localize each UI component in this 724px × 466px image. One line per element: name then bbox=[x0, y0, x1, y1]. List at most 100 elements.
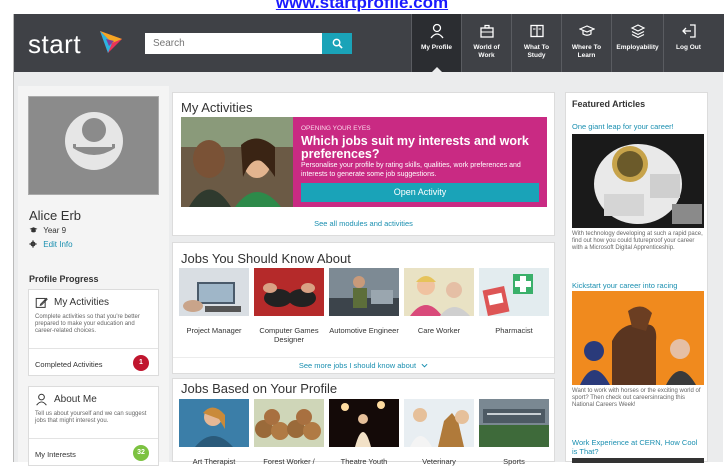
progress-card-title: About Me bbox=[54, 394, 97, 405]
job-card[interactable]: Forest Worker / bbox=[254, 399, 324, 466]
job-label: Pharmacist bbox=[495, 326, 533, 335]
jobs-know-card: Jobs You Should Know About Project Manag… bbox=[172, 242, 555, 374]
briefcase-icon bbox=[479, 24, 494, 38]
job-image bbox=[254, 268, 324, 316]
logout-icon bbox=[681, 24, 696, 38]
avatar[interactable] bbox=[28, 96, 159, 195]
progress-card-activities[interactable]: My Activities Complete activities so tha… bbox=[28, 289, 159, 376]
graduation-cap-icon bbox=[29, 227, 38, 233]
activity-kicker: OPENING YOUR EYES bbox=[301, 125, 371, 132]
job-card[interactable]: Project Manager bbox=[179, 268, 249, 335]
logo-icon[interactable] bbox=[96, 27, 126, 57]
featured-articles-card: Featured Articles One giant leap for you… bbox=[565, 92, 708, 463]
featured-heading: Featured Articles bbox=[572, 99, 646, 109]
article-image-astronaut[interactable] bbox=[572, 134, 704, 228]
job-image bbox=[179, 399, 249, 447]
job-image bbox=[479, 268, 549, 317]
nav-label: Where To Learn bbox=[571, 44, 602, 59]
app-frame: start My Profile World of Work What To S… bbox=[13, 14, 724, 466]
article-image-racing[interactable] bbox=[572, 291, 704, 385]
user-year: Year 9 bbox=[29, 226, 66, 235]
edit-info-link[interactable]: Edit Info bbox=[29, 240, 73, 249]
my-activities-card: My Activities OPENING YOUR EYES Which jo… bbox=[172, 92, 555, 236]
article-title[interactable]: Work Experience at CERN, How Cool is Tha… bbox=[572, 438, 704, 456]
user-year-label: Year 9 bbox=[43, 226, 67, 235]
job-label: Project Manager bbox=[186, 326, 242, 335]
article-desc: With technology developing at such a rap… bbox=[572, 231, 703, 251]
logo-text[interactable]: start bbox=[28, 29, 81, 60]
progress-card-about-me[interactable]: About Me Tell us about yourself and we c… bbox=[28, 386, 159, 466]
nav-what-to-study[interactable]: What To Study bbox=[511, 14, 561, 72]
progress-row-label: My Interests bbox=[35, 450, 76, 459]
see-more-jobs-link[interactable]: See more jobs I should know about bbox=[173, 361, 554, 370]
open-activity-button[interactable]: Open Activity bbox=[301, 183, 539, 202]
nav-label: My Profile bbox=[420, 44, 453, 51]
graduation-cap-icon bbox=[578, 25, 595, 36]
book-icon bbox=[529, 24, 544, 38]
top-bar: start My Profile World of Work What To S… bbox=[14, 14, 724, 72]
job-card[interactable]: Care Worker bbox=[404, 268, 474, 335]
job-image bbox=[329, 399, 399, 447]
nav-log-out[interactable]: Log Out bbox=[663, 14, 713, 72]
person-icon bbox=[429, 23, 444, 39]
activity-desc: Personalise your profile by rating skill… bbox=[301, 162, 521, 178]
article-image-cern[interactable] bbox=[572, 458, 704, 463]
url-text[interactable]: www.startprofile.com bbox=[276, 0, 448, 12]
person-icon bbox=[36, 393, 47, 406]
nav-where-to-learn[interactable]: Where To Learn bbox=[561, 14, 611, 72]
see-more-jobs-label[interactable]: See more jobs I should know about bbox=[299, 361, 416, 370]
nav-label: World of Work bbox=[473, 44, 500, 59]
jobs-profile-heading: Jobs Based on Your Profile bbox=[181, 381, 338, 396]
job-card[interactable]: Sports bbox=[479, 399, 549, 466]
progress-card-title: My Activities bbox=[54, 297, 110, 308]
activity-banner[interactable]: OPENING YOUR EYES Which jobs suit my int… bbox=[181, 117, 547, 207]
nav-label: What To Study bbox=[523, 44, 550, 59]
progress-card-desc: Tell us about yourself and we can sugges… bbox=[35, 411, 147, 424]
job-label: Computer Games Designer bbox=[259, 326, 319, 344]
job-label: Automotive Engineer bbox=[329, 326, 399, 335]
user-name: Alice Erb bbox=[29, 208, 82, 223]
job-image bbox=[329, 268, 399, 316]
job-image bbox=[254, 399, 324, 447]
activity-title: Which jobs suit my interests and work pr… bbox=[301, 134, 529, 161]
job-card[interactable]: Automotive Engineer bbox=[329, 268, 399, 335]
activity-photo bbox=[181, 117, 293, 207]
jobs-profile-card: Jobs Based on Your Profile Art Therapist… bbox=[172, 378, 555, 466]
profile-progress-heading: Profile Progress bbox=[29, 274, 99, 284]
edit-info-label[interactable]: Edit Info bbox=[43, 240, 72, 249]
article-title[interactable]: One giant leap for your career! bbox=[572, 122, 704, 131]
nav-employability[interactable]: Employability bbox=[611, 14, 663, 72]
job-card[interactable]: Veterinary bbox=[404, 399, 474, 466]
article-desc: Want to work with horses or the exciting… bbox=[572, 388, 701, 408]
see-all-modules-link[interactable]: See all modules and activities bbox=[173, 219, 554, 228]
avatar-placeholder-icon bbox=[65, 112, 123, 170]
chevron-down-icon bbox=[421, 363, 428, 368]
search-input[interactable] bbox=[145, 33, 322, 54]
search-icon bbox=[332, 38, 343, 49]
job-card[interactable]: Computer Games Designer bbox=[254, 268, 324, 344]
job-image bbox=[404, 399, 474, 447]
completed-count-badge: 1 bbox=[133, 355, 149, 371]
job-label: Care Worker bbox=[417, 326, 461, 335]
interests-count-badge: 32 bbox=[133, 445, 149, 461]
search-button[interactable] bbox=[322, 33, 352, 54]
article-title[interactable]: Kickstart your career into racing bbox=[572, 281, 704, 290]
nav-label: Employability bbox=[616, 44, 659, 51]
job-image bbox=[479, 399, 549, 447]
job-card[interactable]: Pharmacist bbox=[479, 268, 549, 335]
gear-icon bbox=[29, 240, 37, 248]
progress-row-label: Completed Activities bbox=[35, 360, 103, 369]
nav-world-of-work[interactable]: World of Work bbox=[461, 14, 511, 72]
my-activities-heading: My Activities bbox=[181, 100, 253, 115]
progress-card-desc: Complete activities so that you're bette… bbox=[35, 314, 140, 334]
job-image bbox=[404, 268, 474, 316]
job-image bbox=[179, 268, 249, 316]
pencil-icon bbox=[35, 297, 48, 308]
layers-icon bbox=[630, 24, 645, 39]
job-card[interactable]: Theatre Youth bbox=[329, 399, 399, 466]
job-card[interactable]: Art Therapist bbox=[179, 399, 249, 466]
url-caption: www.startprofile.com bbox=[0, 0, 724, 12]
jobs-know-heading: Jobs You Should Know About bbox=[181, 251, 351, 266]
nav-my-profile[interactable]: My Profile bbox=[411, 14, 461, 72]
nav-label: Log Out bbox=[676, 44, 701, 51]
